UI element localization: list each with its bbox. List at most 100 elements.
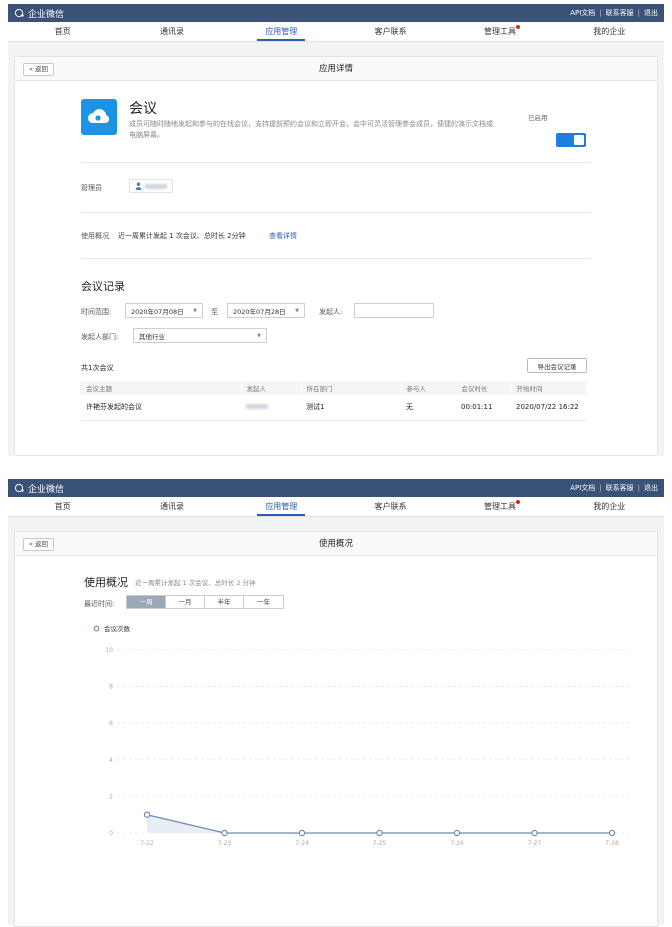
nav-contacts[interactable]: 通讯录 (117, 22, 226, 41)
data-point (298, 829, 306, 837)
brand-logo[interactable]: 企业微信 (14, 7, 64, 20)
contact-support-link[interactable]: 联系客服 (606, 8, 634, 18)
meeting-count: 共1次会议 (81, 364, 114, 372)
meeting-count-chart: 0 2 4 6 8 10 7-22 7-23 7-24 7-25 7-26 7-27 7-28 (105, 647, 631, 847)
back-button[interactable]: « 返回 (23, 63, 55, 76)
col-participants: 参与人 (401, 381, 457, 395)
contact-support-link[interactable]: 联系客服 (606, 483, 634, 493)
brand-logo[interactable]: 企业微信 (14, 482, 64, 495)
card-header: « 返回 应用详情 (15, 57, 657, 81)
period-week[interactable]: 一周 (127, 596, 166, 608)
table-row[interactable]: 许艳芬发起的会议 测试1 无 00:01:11 2020/07/22 16:22 (81, 395, 587, 421)
table-header-row: 会议主题 发起人 所在部门 参与人 会议时长 开始时间 (81, 381, 587, 395)
usage-label: 使用概况 (81, 232, 109, 240)
col-topic: 会议主题 (81, 381, 242, 395)
nav-management-tools[interactable]: 管理工具 (445, 497, 554, 516)
main-nav: 首页 通讯录 应用管理 客户联系 管理工具 我的企业 (8, 22, 664, 42)
nav-app-management[interactable]: 应用管理 (227, 497, 336, 516)
data-point (608, 829, 616, 837)
content-area: « 返回 应用详情 会议 成员可随时随地发起和参与的在线会议，支持提前预约会议和… (8, 42, 664, 456)
period-year[interactable]: 一年 (244, 596, 283, 608)
col-initiator: 发起人 (241, 381, 302, 395)
export-records-button[interactable]: 导出会议记录 (527, 358, 587, 373)
logout-link[interactable]: 退出 (644, 483, 658, 493)
admin-name-blurred (145, 183, 167, 189)
divider (81, 258, 591, 259)
y-tick-label: 10 (105, 647, 113, 654)
top-bar: 企业微信 API文档 | 联系客服 | 退出 (8, 479, 664, 497)
x-tick-label: 7-28 (605, 840, 619, 847)
user-icon (135, 182, 142, 190)
department-label: 发起人部门: (81, 333, 119, 341)
data-point (531, 829, 538, 837)
divider (81, 212, 591, 213)
nav-customer-contact[interactable]: 客户联系 (336, 497, 445, 516)
initiator-input[interactable] (354, 303, 434, 318)
usage-card: « 返回 使用概况 使用概况 近一周累计发起 1 次会议、总时长 2 分钟 最近… (14, 531, 658, 927)
cell-start-time: 2020/07/22 16:22 (511, 395, 587, 421)
nav-home[interactable]: 首页 (8, 497, 117, 516)
notification-dot (515, 500, 520, 504)
brand-name: 企业微信 (28, 9, 65, 20)
cell-duration: 00:01:11 (456, 395, 511, 421)
card-header: « 返回 使用概况 (15, 532, 657, 556)
usage-subtitle: 近一周累计发起 1 次会议、总时长 2 分钟 (135, 579, 256, 587)
period-month[interactable]: 一月 (166, 596, 205, 608)
brand-name: 企业微信 (28, 484, 65, 495)
y-tick-label: 2 (109, 793, 113, 800)
enable-toggle[interactable] (556, 133, 586, 147)
period-half-year[interactable]: 半年 (205, 596, 244, 608)
divider: | (599, 9, 602, 17)
x-tick-label: 7-24 (295, 840, 309, 847)
api-docs-link[interactable]: API文档 (570, 483, 595, 493)
cell-initiator (241, 395, 301, 421)
usage-summary: 近一周累计发起 1 次会议、总时长 2分钟 (118, 232, 246, 240)
nav-management-tools[interactable]: 管理工具 (445, 22, 554, 41)
caret-down-icon: ▼ (257, 332, 261, 339)
cell-participants: 无 (401, 395, 456, 421)
period-selector: 一周 一月 半年 一年 (126, 595, 284, 609)
cell-department: 测试1 (301, 395, 401, 421)
notification-dot (515, 25, 520, 29)
col-department: 所在部门 (301, 381, 402, 395)
end-date-select[interactable]: 2020年07月28日 ▼ (227, 303, 305, 318)
wecom-logo-icon (14, 483, 24, 493)
start-date-select[interactable]: 2020年07月08日 ▼ (125, 303, 203, 318)
view-details-link[interactable]: 查看详情 (269, 231, 297, 241)
col-duration: 会议时长 (456, 381, 512, 395)
page-title: 使用概况 (318, 539, 353, 549)
page-title: 应用详情 (318, 64, 353, 74)
caret-down-icon: ▼ (193, 307, 197, 314)
y-tick-label: 6 (109, 720, 113, 727)
divider (81, 162, 591, 163)
divider: | (637, 484, 640, 492)
meeting-records-table: 会议主题 发起人 所在部门 参与人 会议时长 开始时间 许艳芬发起的会议 测试1… (81, 381, 587, 421)
cloud-icon (87, 109, 110, 123)
cell-topic: 许艳芬发起的会议 (81, 395, 241, 421)
nav-my-enterprise[interactable]: 我的企业 (555, 22, 664, 41)
y-tick-label: 8 (109, 684, 113, 691)
x-tick-label: 7-23 (218, 840, 232, 847)
back-button[interactable]: « 返回 (23, 538, 55, 551)
app-detail-card: « 返回 应用详情 会议 成员可随时随地发起和参与的在线会议，支持提前预约会议和… (14, 56, 658, 456)
nav-management-tools-label: 管理工具 (483, 502, 516, 511)
department-select[interactable]: 其他行业 ▼ (133, 328, 267, 343)
col-start-time: 开始时间 (511, 381, 587, 395)
x-tick-label: 7-27 (528, 840, 542, 847)
range-to-label: 至 (211, 308, 218, 316)
divider: | (599, 484, 602, 492)
x-tick-label: 7-25 (373, 840, 387, 847)
nav-contacts[interactable]: 通讯录 (117, 497, 226, 516)
admin-tag[interactable] (129, 179, 173, 193)
nav-customer-contact[interactable]: 客户联系 (336, 22, 445, 41)
nav-my-enterprise[interactable]: 我的企业 (555, 497, 664, 516)
y-tick-label: 0 (109, 830, 113, 837)
nav-home[interactable]: 首页 (8, 22, 117, 41)
logout-link[interactable]: 退出 (644, 8, 658, 18)
main-nav: 首页 通讯录 应用管理 客户联系 管理工具 我的企业 (8, 497, 664, 517)
app-icon (81, 99, 117, 135)
data-point (221, 829, 228, 837)
nav-app-management[interactable]: 应用管理 (227, 22, 336, 41)
api-docs-link[interactable]: API文档 (570, 8, 595, 18)
top-bar: 企业微信 API文档 | 联系客服 | 退出 (8, 4, 664, 22)
